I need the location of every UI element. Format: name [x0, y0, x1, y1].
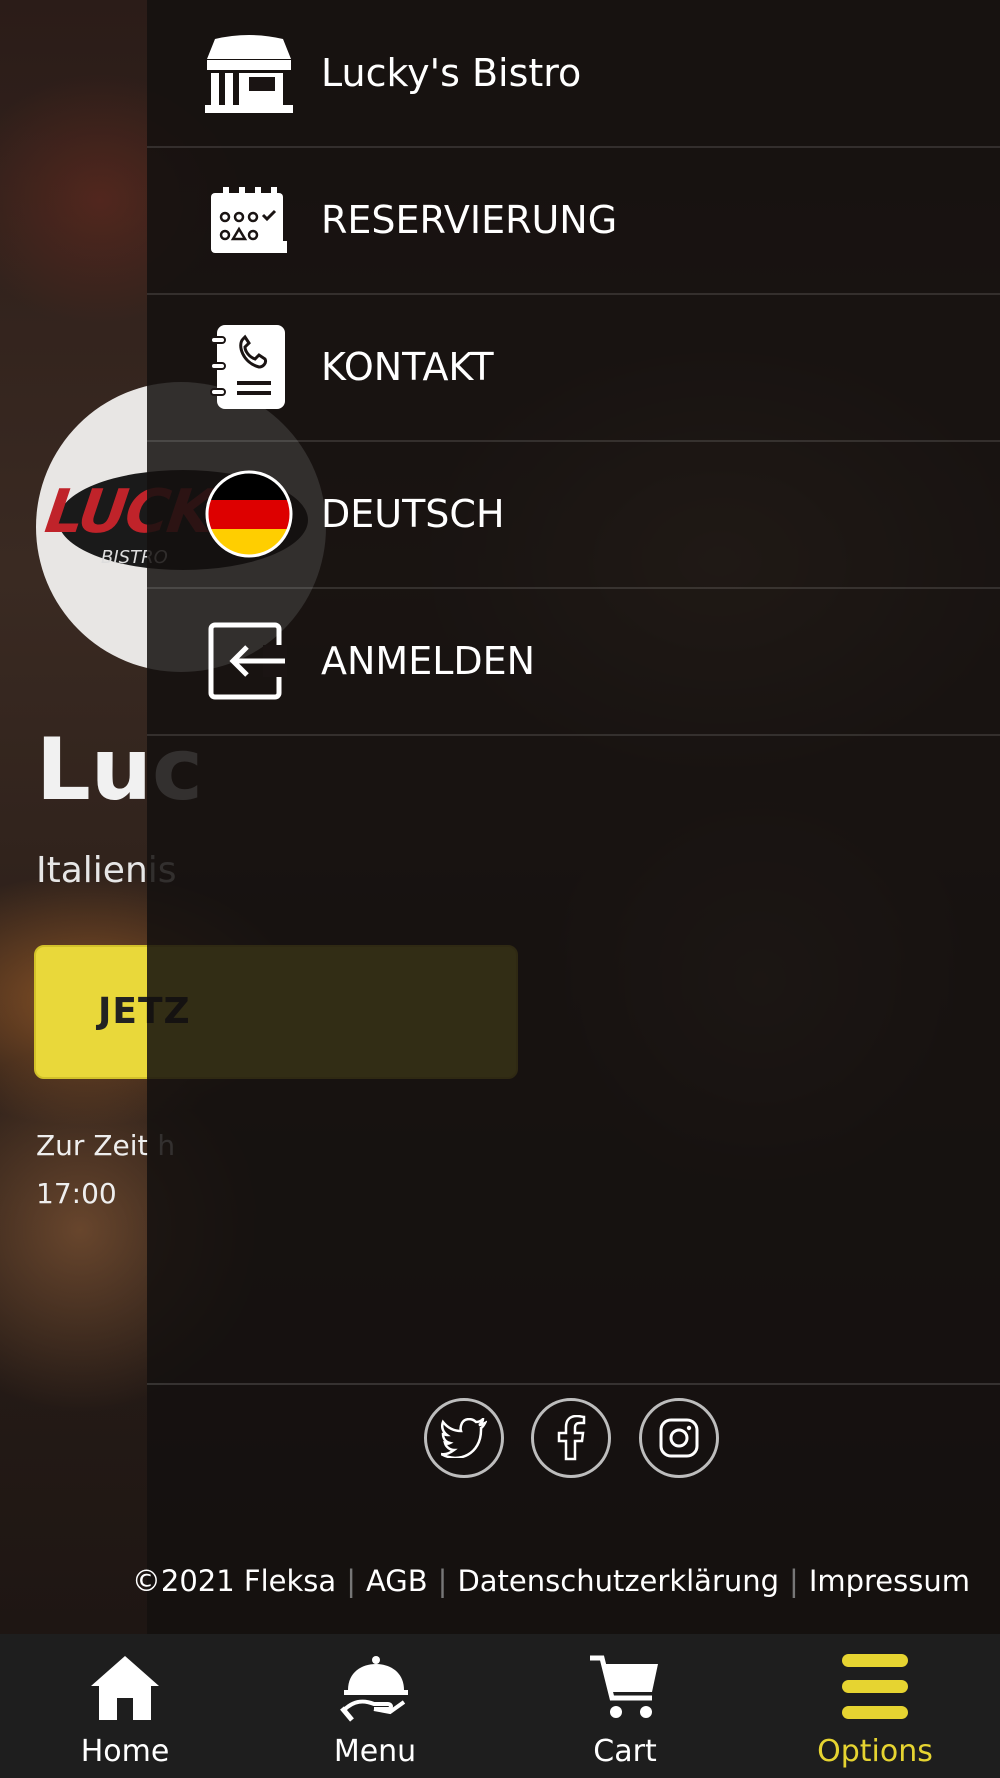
nav-menu-label: Menu: [333, 1734, 417, 1769]
nav-home[interactable]: Home: [0, 1634, 250, 1778]
drawer-item-label: ANMELDEN: [321, 639, 536, 683]
hamburger-icon: [750, 1652, 1000, 1728]
nav-options-label: Options: [817, 1734, 933, 1769]
footer-links: ©2021 Fleksa | AGB | Datenschutzerklärun…: [131, 1564, 970, 1598]
drawer-item-restaurant[interactable]: Lucky's Bistro: [147, 0, 1000, 148]
drawer-item-label: KONTAKT: [321, 345, 494, 389]
home-icon: [0, 1652, 250, 1728]
calendar-icon: [204, 175, 294, 265]
drawer-item-label: RESERVIERUNG: [321, 198, 618, 242]
agb-link[interactable]: AGB: [366, 1564, 428, 1598]
nav-cart-label: Cart: [593, 1734, 657, 1769]
drawer-item-login[interactable]: ANMELDEN: [147, 588, 1000, 736]
contact-book-icon: [204, 322, 294, 412]
drawer-item-reservation[interactable]: RESERVIERUNG: [147, 147, 1000, 295]
copyright-text: ©2021 Fleksa: [131, 1564, 337, 1598]
facebook-icon[interactable]: [531, 1398, 611, 1478]
nav-options[interactable]: Options: [750, 1634, 1000, 1778]
twitter-icon[interactable]: [424, 1398, 504, 1478]
side-drawer: Lucky's Bistro RESERVIERUNG KONTAKT DEUT…: [132, 0, 1000, 1634]
drawer-item-contact[interactable]: KONTAKT: [147, 294, 1000, 442]
drawer-item-language[interactable]: DEUTSCH: [147, 441, 1000, 589]
store-icon: [204, 28, 294, 118]
cart-icon: [500, 1652, 750, 1728]
german-flag-icon: [204, 469, 294, 559]
cloche-icon: [250, 1652, 500, 1728]
privacy-link[interactable]: Datenschutzerklärung: [457, 1564, 779, 1598]
drawer-divider: [147, 1383, 1000, 1385]
drawer-item-label: DEUTSCH: [321, 492, 505, 536]
nav-menu[interactable]: Menu: [250, 1634, 500, 1778]
nav-home-label: Home: [80, 1734, 170, 1769]
login-icon: [204, 616, 294, 706]
nav-cart[interactable]: Cart: [500, 1634, 750, 1778]
drawer-item-label: Lucky's Bistro: [321, 51, 582, 95]
bottom-nav: Home Menu Cart Options: [0, 1634, 1000, 1778]
instagram-icon[interactable]: [639, 1398, 719, 1478]
imprint-link[interactable]: Impressum: [809, 1564, 970, 1598]
